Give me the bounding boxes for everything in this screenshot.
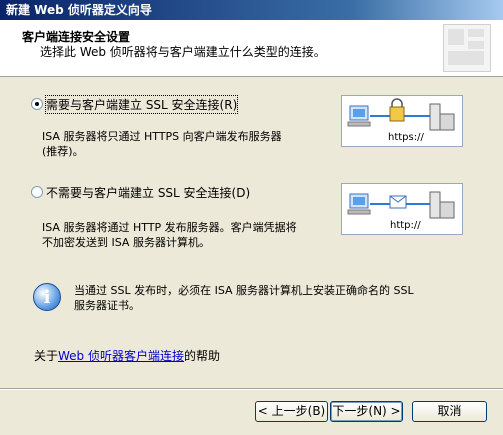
back-button[interactable]: < 上一步(B): [255, 401, 328, 422]
window-title-bar: 新建 Web 侦听器定义向导: [0, 0, 503, 20]
wizard-logo-icon: [443, 24, 491, 72]
help-prefix: 关于: [34, 349, 59, 363]
ssl-not-required-label[interactable]: 不需要与客户端建立 SSL 安全连接(D): [46, 184, 250, 201]
http-diagram: http://: [341, 183, 463, 235]
help-link[interactable]: Web 侦听器客户端连接: [58, 349, 184, 363]
ssl-required-description: ISA 服务器将只通过 HTTPS 向客户端发布服务器 (推荐)。: [42, 129, 282, 159]
next-button[interactable]: 下一步(N) >: [330, 401, 403, 422]
http-label: http://: [390, 220, 421, 231]
wizard-header: 客户端连接安全设置 选择此 Web 侦听器将与客户端建立什么类型的连接。: [0, 20, 503, 77]
help-line: 关于Web 侦听器客户端连接的帮助: [34, 347, 220, 364]
https-diagram: https://: [341, 95, 463, 147]
ssl-required-radio[interactable]: [31, 98, 43, 110]
cancel-button[interactable]: 取消: [412, 401, 487, 422]
button-divider: [0, 388, 503, 390]
description-line: 不加密发送到 ISA 服务器计算机。: [42, 236, 210, 249]
ssl-not-required-radio[interactable]: [31, 186, 43, 198]
info-icon: i: [33, 283, 61, 311]
description-line: ISA 服务器将通过 HTTP 发布服务器。客户端凭据将: [42, 221, 297, 234]
info-text: 当通过 SSL 发布时，必须在 ISA 服务器计算机上安装正确命名的 SSL 服…: [74, 283, 454, 313]
description-line: (推荐)。: [42, 145, 84, 158]
ssl-not-required-description: ISA 服务器将通过 HTTP 发布服务器。客户端凭据将 不加密发送到 ISA …: [42, 220, 297, 250]
help-suffix: 的帮助: [184, 349, 221, 363]
https-label: https://: [388, 132, 424, 143]
info-line: 服务器证书。: [74, 299, 140, 312]
description-line: ISA 服务器将只通过 HTTPS 向客户端发布服务器: [42, 130, 282, 143]
window-title: 新建 Web 侦听器定义向导: [6, 3, 152, 17]
info-line: 当通过 SSL 发布时，必须在 ISA 服务器计算机上安装正确命名的 SSL: [74, 284, 414, 297]
ssl-required-label[interactable]: 需要与客户端建立 SSL 安全连接(R): [44, 95, 239, 114]
page-subtitle: 选择此 Web 侦听器将与客户端建立什么类型的连接。: [40, 45, 326, 59]
